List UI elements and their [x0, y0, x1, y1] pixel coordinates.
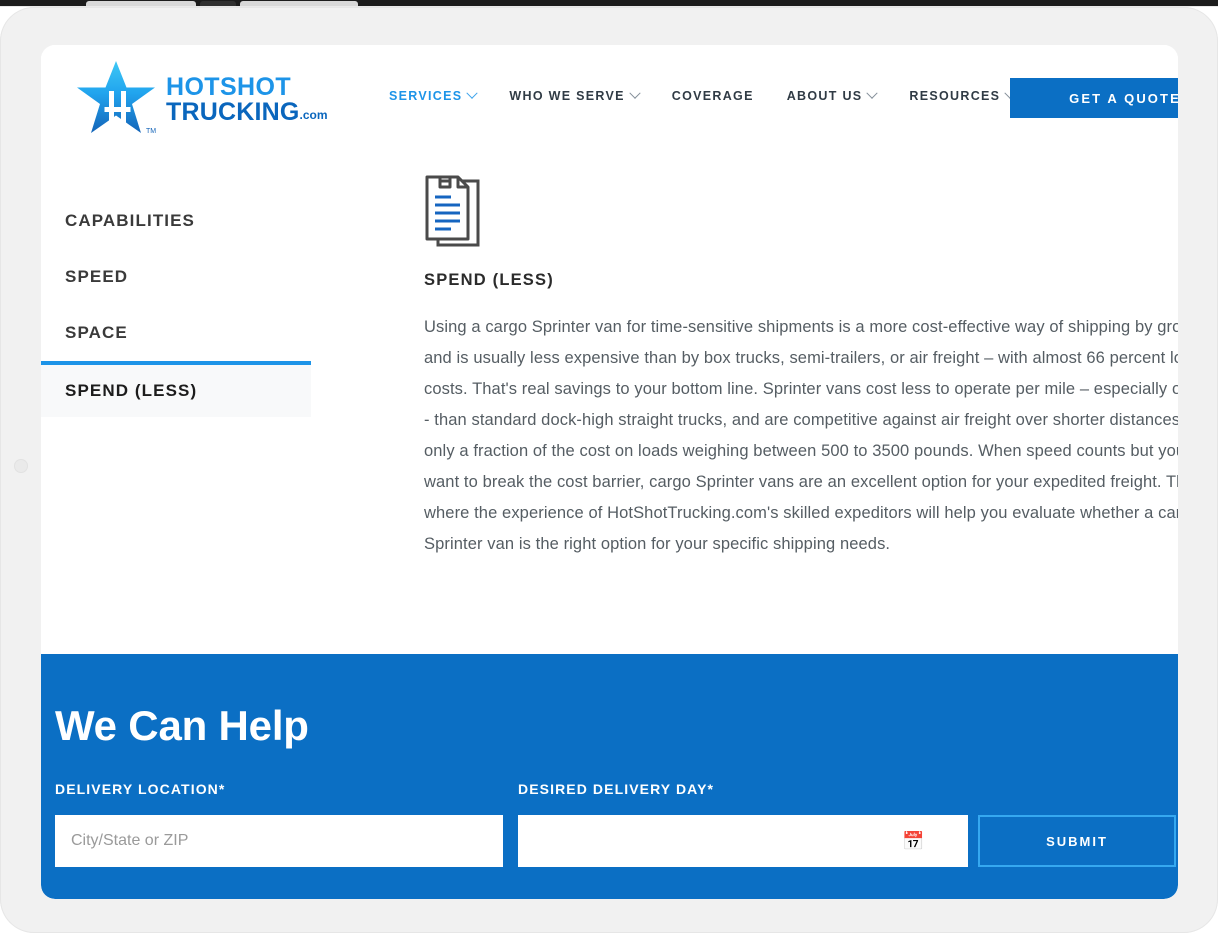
calendar-icon[interactable]: 📅: [902, 832, 924, 850]
logo-line-2: TRUCKING.com: [166, 98, 328, 126]
desired-delivery-day-input[interactable]: [518, 815, 968, 867]
get-a-quote-button[interactable]: GET A QUOTE: [1010, 78, 1178, 118]
trademark-mark: TM: [146, 128, 156, 135]
submit-button[interactable]: SUBMIT: [978, 815, 1176, 867]
nav-item-about-us[interactable]: ABOUT US: [786, 87, 879, 103]
logo-wordmark: HOTSHOT TRUCKING.com: [166, 71, 328, 126]
nav-label: COVERAGE: [671, 89, 754, 103]
services-tab-sidebar: CAPABILITIES SPEED SPACE SPEND (LESS): [41, 193, 311, 417]
panel-title: SPEND (LESS): [424, 271, 554, 289]
star-logo-icon: TM: [77, 61, 156, 135]
spend-less-panel: SPEND (LESS) Using a cargo Sprinter van …: [424, 175, 1178, 560]
device-bezel: TM HOTSHOT TRUCKING.com SERVICES WHO WE …: [0, 7, 1218, 933]
chevron-down-icon: [629, 87, 641, 99]
logo-dotcom: .com: [299, 108, 328, 122]
sidebar-item-label: SPACE: [65, 323, 128, 342]
document-invoice-icon: [425, 175, 480, 247]
nav-item-who-we-serve[interactable]: WHO WE SERVE: [509, 87, 641, 103]
nav-label: SERVICES: [389, 89, 463, 103]
services-content-area: CAPABILITIES SPEED SPACE SPEND (LESS) SP…: [41, 155, 1178, 655]
nav-label: WHO WE SERVE: [509, 89, 625, 103]
logo-line-2-text: TRUCKING: [166, 98, 300, 126]
browser-chrome-sliver: [0, 0, 1218, 7]
sidebar-item-spend-less[interactable]: SPEND (LESS): [41, 361, 311, 417]
main-navigation: SERVICES WHO WE SERVE COVERAGE ABOUT US …: [389, 87, 1016, 103]
chevron-down-icon: [866, 87, 879, 99]
we-can-help-form-section: We Can Help DELIVERY LOCATION* DESIRED D…: [41, 654, 1178, 899]
nav-label: RESOURCES: [909, 89, 1001, 103]
site-header: TM HOTSHOT TRUCKING.com SERVICES WHO WE …: [41, 45, 1178, 155]
nav-item-resources[interactable]: RESOURCES: [909, 87, 1016, 103]
delivery-location-label: DELIVERY LOCATION*: [55, 781, 226, 797]
sidebar-item-capabilities[interactable]: CAPABILITIES: [41, 193, 311, 249]
delivery-location-input[interactable]: [55, 815, 503, 867]
site-logo[interactable]: TM HOTSHOT TRUCKING.com: [74, 59, 328, 137]
nav-item-coverage[interactable]: COVERAGE: [672, 89, 754, 103]
nav-label: ABOUT US: [786, 89, 863, 103]
sidebar-item-label: SPEED: [65, 267, 129, 286]
nav-item-services[interactable]: SERVICES: [389, 87, 479, 103]
device-home-button[interactable]: [14, 459, 28, 473]
form-section-title: We Can Help: [55, 702, 309, 749]
panel-body-text: Using a cargo Sprinter van for time-sens…: [424, 318, 1178, 553]
website-viewport: TM HOTSHOT TRUCKING.com SERVICES WHO WE …: [41, 45, 1178, 899]
sidebar-item-speed[interactable]: SPEED: [41, 249, 311, 305]
sidebar-item-space[interactable]: SPACE: [41, 305, 311, 361]
desired-delivery-day-label: DESIRED DELIVERY DAY*: [518, 781, 715, 797]
sidebar-item-label: CAPABILITIES: [65, 211, 196, 230]
sidebar-item-label: SPEND (LESS): [65, 381, 198, 400]
chevron-down-icon: [466, 87, 479, 99]
logo-line-1: HOTSHOT: [166, 72, 292, 101]
